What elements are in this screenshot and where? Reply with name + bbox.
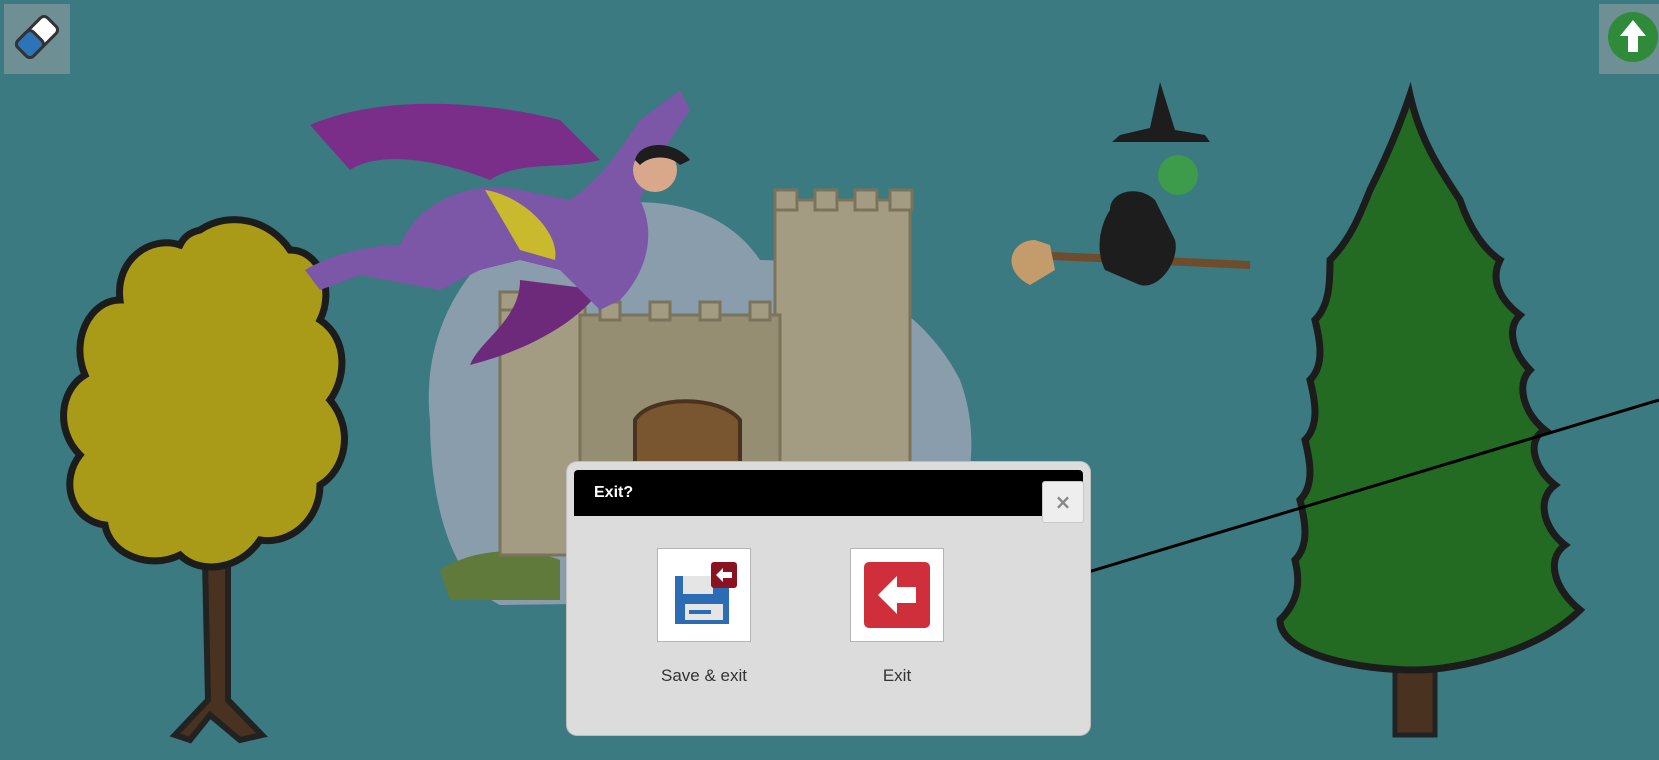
save-exit-icon bbox=[657, 548, 751, 642]
upload-button[interactable] bbox=[1599, 4, 1659, 74]
eraser-button[interactable] bbox=[4, 4, 70, 74]
eraser-icon bbox=[8, 8, 66, 71]
pine-tree[interactable] bbox=[1276, 81, 1586, 738]
dialog-title: Exit? bbox=[594, 484, 634, 501]
close-button[interactable]: × bbox=[1042, 481, 1084, 523]
drawing-canvas[interactable]: Exit? × Save & exit Exit bbox=[0, 0, 1659, 760]
exit-arrow-icon bbox=[850, 548, 944, 642]
exit-label: Exit bbox=[882, 666, 912, 685]
close-icon: × bbox=[1054, 490, 1072, 514]
exit-dialog: Exit? × Save & exit Exit bbox=[567, 462, 1090, 735]
save-and-exit-label: Save & exit bbox=[661, 666, 747, 685]
yellow-tree[interactable] bbox=[60, 216, 348, 744]
dialog-header: Exit? × bbox=[574, 470, 1084, 523]
witch-on-broom[interactable] bbox=[1011, 82, 1251, 286]
arrow-up-circle-icon bbox=[1600, 8, 1658, 71]
save-and-exit-button[interactable]: Save & exit bbox=[629, 548, 779, 686]
exit-button[interactable]: Exit bbox=[822, 548, 972, 686]
